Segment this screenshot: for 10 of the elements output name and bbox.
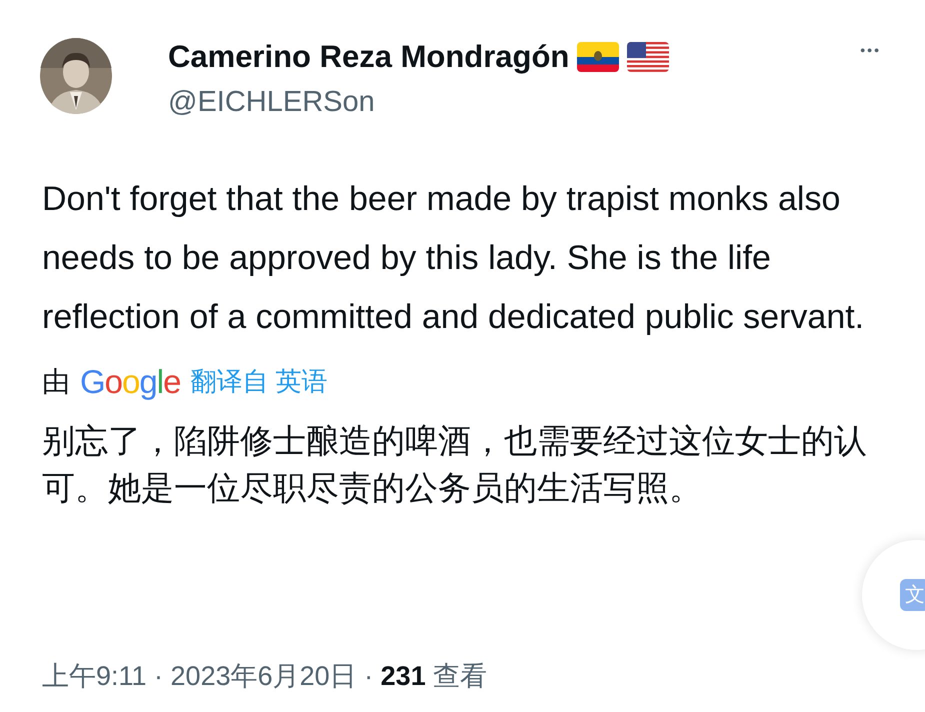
google-logo: Google xyxy=(80,362,180,402)
more-button[interactable]: ••• xyxy=(860,40,881,61)
translation-prefix: 由 xyxy=(42,364,70,399)
flag-icon xyxy=(627,42,670,72)
translated-text: 别忘了，陷阱修士酿造的啤酒，也需要经过这位女士的认可。她是一位尽职尽责的公务员的生活写照。 xyxy=(42,420,868,508)
author-name[interactable]: Camerino Reza Mondragón xyxy=(168,38,570,76)
timestamp: 上午9:11 · 2023年6月20日 · 231 查看 xyxy=(42,660,488,693)
tweet-text: Don't forget that the beer made by trapist monks also needs to be approved by this lady. She is the life reflection of a committed and dedicated public servant. xyxy=(42,179,866,338)
flag-icon xyxy=(577,42,620,72)
author-handle[interactable]: @EICHLERSon xyxy=(168,84,670,120)
